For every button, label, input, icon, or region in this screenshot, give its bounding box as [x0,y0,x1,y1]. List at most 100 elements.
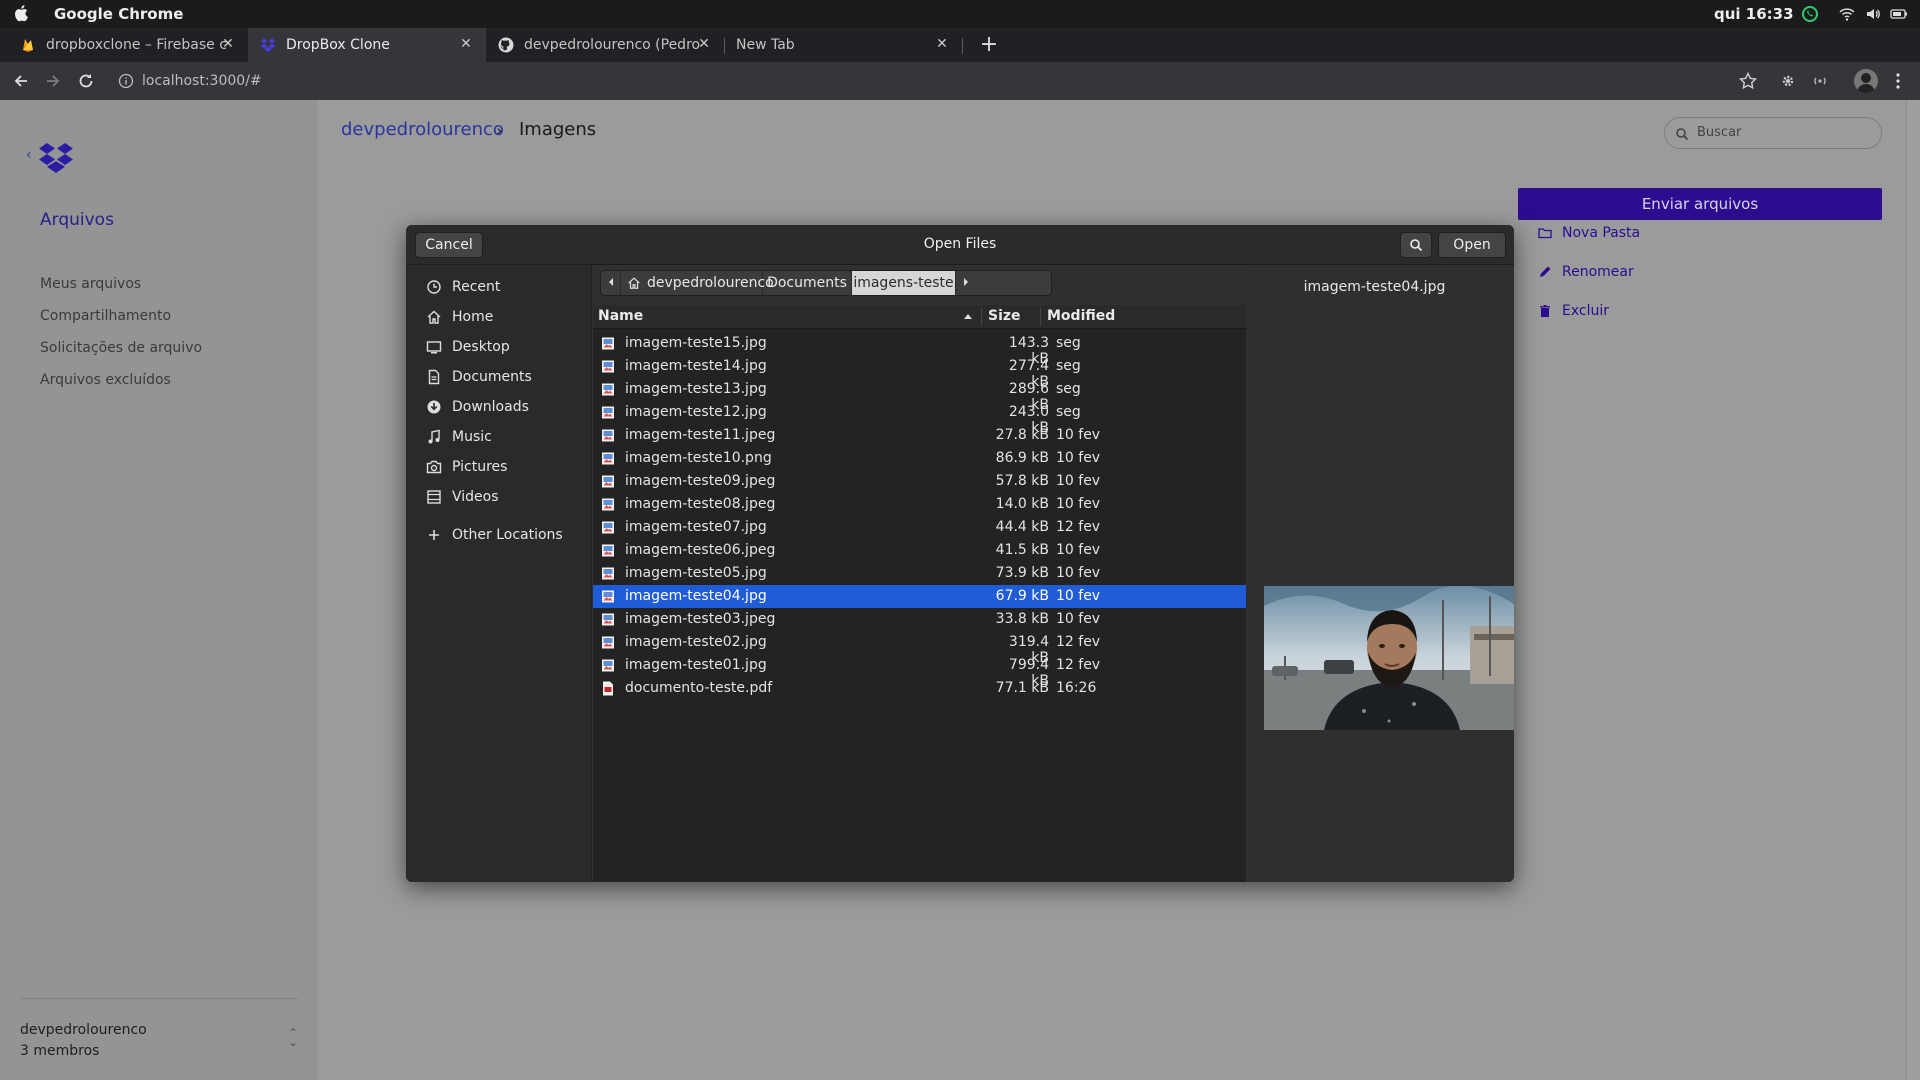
file-row[interactable]: imagem-teste01.jpg 799.4 kB 12 fev [593,654,1246,689]
place-music[interactable]: Music [406,423,592,451]
tab-title: devpedrolourenco (Pedro [524,37,701,53]
page-scrollbar[interactable] [1906,100,1920,1080]
file-row[interactable]: imagem-teste13.jpg 289.6 kB seg [593,378,1246,413]
file-modified: seg [1056,358,1081,374]
cancel-button[interactable]: Cancel [415,232,483,258]
whatsapp-tray-icon[interactable] [1801,5,1819,23]
close-tab-icon[interactable]: ✕ [934,36,950,52]
search-icon [1410,239,1423,252]
search-input[interactable]: Buscar [1664,117,1882,149]
upload-files-button[interactable]: Enviar arquivos [1518,188,1882,220]
active-app-name[interactable]: Google Chrome [54,5,183,23]
document-icon [428,369,440,385]
tab-github[interactable]: devpedrolourenco (Pedro ✕ [486,28,724,62]
file-row[interactable]: imagem-teste08.jpeg 14.0 kB 10 fev [593,493,1246,516]
delete-button[interactable]: Excluir [1538,303,1609,319]
path-segment-current[interactable]: imagens-teste [852,271,955,295]
chevron-right-icon [963,278,968,286]
file-row[interactable]: imagem-teste14.jpg 277.4 kB seg [593,355,1246,390]
place-label: Recent [452,279,501,295]
rename-button[interactable]: Renomear [1538,264,1634,280]
extension-gear-icon[interactable] [1778,71,1798,91]
forward-arrow-icon[interactable] [43,71,63,91]
image-file-icon [602,567,614,580]
image-file-icon [602,498,614,511]
sidebar-item-sharing[interactable]: Compartilhamento [40,308,171,324]
dropbox-logo-icon[interactable] [38,142,74,174]
profile-avatar[interactable] [1854,69,1878,93]
close-tab-icon[interactable]: ✕ [696,36,712,52]
file-row[interactable]: imagem-teste05.jpg 73.9 kB 10 fev [593,562,1246,585]
place-label: Home [452,309,494,325]
url-text[interactable]: localhost:3000/# [142,73,262,89]
image-file-icon [602,636,614,649]
file-row[interactable]: imagem-teste12.jpg 243.0 kB seg [593,401,1246,436]
place-label: Music [452,429,492,445]
file-row[interactable]: imagem-teste11.jpeg 27.8 kB 10 fev [593,424,1246,447]
new-tab-button[interactable]: + [976,32,1002,58]
close-tab-icon[interactable]: ✕ [220,36,236,52]
column-size-header[interactable]: Size [988,308,1021,324]
column-separator [1040,308,1041,326]
file-row[interactable]: imagem-teste07.jpg 44.4 kB 12 fev [593,516,1246,539]
place-other-locations[interactable]: Other Locations [406,521,592,549]
place-videos[interactable]: Videos [406,483,592,511]
team-switcher-chevrons-icon[interactable]: ⌃ ⌄ [288,1027,298,1048]
file-row[interactable]: imagem-teste06.jpeg 41.5 kB 10 fev [593,539,1246,562]
file-row[interactable]: imagem-teste03.jpeg 33.8 kB 10 fev [593,608,1246,631]
tab-firebase[interactable]: dropboxclone – Firebase c ✕ [0,28,248,62]
menu-kebab-icon[interactable] [1895,71,1901,91]
image-file-icon [602,590,614,603]
sidebar-section-title[interactable]: Arquivos [40,210,114,230]
close-tab-icon[interactable]: ✕ [458,36,474,52]
breadcrumb-root[interactable]: devpedrolourenco [341,119,504,140]
apple-icon[interactable] [14,4,30,22]
team-members-count[interactable]: 3 membros [20,1043,99,1059]
open-button[interactable]: Open [1438,232,1506,258]
file-row[interactable]: imagem-teste04.jpg 67.9 kB 10 fev [593,585,1246,608]
image-file-icon [602,613,614,626]
sidebar-item-file-requests[interactable]: Solicitações de arquivo [40,340,202,356]
file-row[interactable]: documento-teste.pdf 77.1 kB 16:26 [593,677,1246,700]
sidebar-item-deleted-files[interactable]: Arquivos excluídos [40,372,171,388]
collapse-sidebar-icon[interactable]: ‹ [26,147,32,163]
place-documents[interactable]: Documents [406,363,592,391]
sidebar-item-my-files[interactable]: Meus arquivos [40,276,141,292]
place-recent[interactable]: Recent [406,273,592,301]
path-segment-home[interactable]: devpedrolourenco [621,271,774,295]
file-row[interactable]: imagem-teste15.jpg 143.3 kB seg [593,332,1246,367]
place-downloads[interactable]: Downloads [406,393,592,421]
tab-new-tab[interactable]: New Tab ✕ [724,28,962,62]
file-row[interactable]: imagem-teste10.png 86.9 kB 10 fev [593,447,1246,470]
path-scroll-left-button[interactable] [601,271,621,295]
new-folder-button[interactable]: Nova Pasta [1538,225,1640,241]
column-modified-header[interactable]: Modified [1047,308,1115,324]
team-name[interactable]: devpedrolourenco [20,1022,147,1038]
place-pictures[interactable]: Pictures [406,453,592,481]
tab-dropbox-clone[interactable]: DropBox Clone ✕ [248,28,486,62]
file-row[interactable]: imagem-teste09.jpeg 57.8 kB 10 fev [593,470,1246,493]
file-row[interactable]: imagem-teste02.jpg 319.4 kB 12 fev [593,631,1246,666]
back-arrow-icon[interactable] [11,71,31,91]
open-files-dialog: Cancel Open Files Open Recent Home Deskt… [406,225,1514,882]
bookmark-star-icon[interactable] [1738,71,1758,91]
wifi-icon[interactable] [1838,5,1856,23]
column-name-header[interactable]: Name [598,308,643,324]
battery-icon[interactable] [1890,5,1908,23]
volume-icon[interactable] [1864,5,1882,23]
info-icon[interactable] [118,73,134,89]
address-bar[interactable]: localhost:3000/# [110,67,1750,95]
clock[interactable]: qui 16:33 [1714,5,1794,23]
reload-icon[interactable] [76,71,96,91]
place-home[interactable]: Home [406,303,592,331]
file-name: imagem-teste14.jpg [625,358,767,374]
file-name: imagem-teste08.jpeg [625,496,776,512]
camera-icon [426,460,442,474]
path-scroll-right-button[interactable] [955,271,975,295]
place-desktop[interactable]: Desktop [406,333,592,361]
path-segment-documents[interactable]: Documents [763,271,852,295]
search-button[interactable] [1400,232,1432,258]
cast-icon[interactable] [1810,71,1830,91]
file-size: 33.8 kB [995,611,1049,627]
image-file-icon [602,521,614,534]
